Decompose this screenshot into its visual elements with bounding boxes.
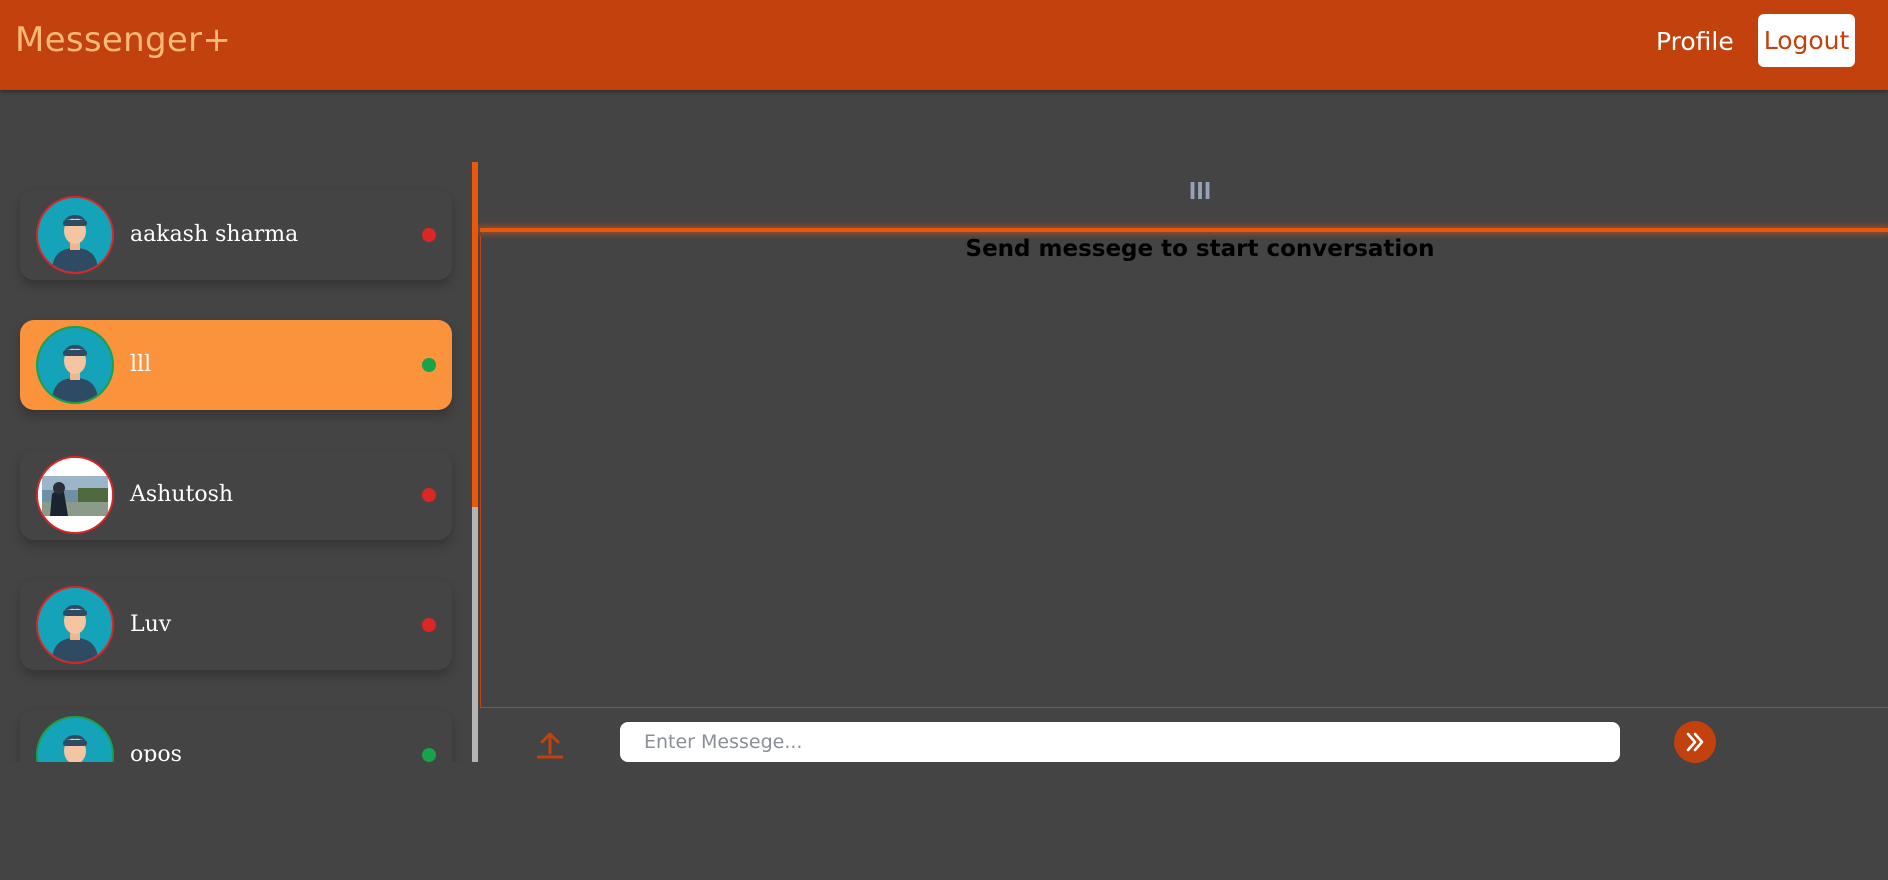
message-area [480,236,1888,708]
upload-icon[interactable] [532,726,568,762]
double-chevron-right-icon [1686,732,1704,752]
chat-recipient-name: lll [1188,180,1212,205]
photo-avatar [36,456,114,534]
contact-name: lll [130,352,152,377]
contact-item[interactable]: aakash sharma [20,190,452,280]
contact-list[interactable]: aakash sharma lll Ashutosh Luv opos [0,162,472,762]
contact-name: aakash sharma [130,222,299,247]
offline-status-dot [422,618,436,632]
message-input[interactable] [620,722,1620,762]
offline-status-dot [422,488,436,502]
logout-button[interactable]: Logout [1758,14,1855,67]
contact-name: Luv [130,612,172,637]
offline-status-dot [422,228,436,242]
chat-header-divider [480,228,1888,232]
contact-name: opos [130,742,182,762]
default-avatar-icon [36,716,114,762]
contact-list-scrollbar-thumb[interactable] [472,162,478,507]
default-avatar-icon [36,326,114,404]
empty-conversation-message: Send messege to start conversation [965,236,1435,262]
top-navbar: Messenger+ Profile Logout [0,0,1888,90]
default-avatar-icon [36,196,114,274]
online-status-dot [422,358,436,372]
contact-item[interactable]: Ashutosh [20,450,452,540]
profile-link[interactable]: Profile [1656,27,1734,56]
default-avatar-icon [36,586,114,664]
contact-item[interactable]: opos [20,710,452,762]
contact-item-active[interactable]: lll [20,320,452,410]
contact-item[interactable]: Luv [20,580,452,670]
send-button[interactable] [1674,721,1716,763]
online-status-dot [422,748,436,762]
app-brand[interactable]: Messenger+ [15,20,231,60]
contact-name: Ashutosh [130,482,234,507]
